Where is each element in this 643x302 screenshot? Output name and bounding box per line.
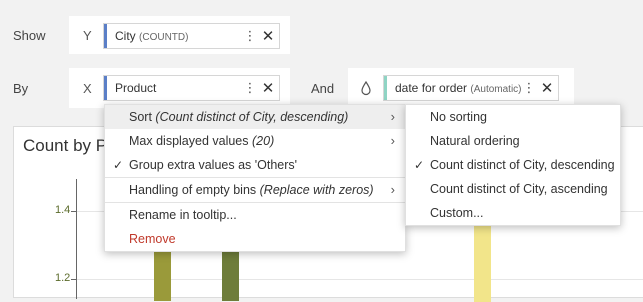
chevron-right-icon: ›	[390, 133, 395, 148]
check-icon: ✓	[414, 158, 425, 172]
kebab-icon[interactable]: ⋮	[243, 80, 257, 96]
x-pill-name: Product	[115, 81, 157, 95]
y-tick-label: 1.2	[55, 272, 71, 284]
bar[interactable]	[222, 251, 239, 301]
and-label: And	[311, 81, 335, 96]
menu-item-detail: (20)	[252, 134, 275, 148]
close-icon[interactable]: ✕	[257, 27, 279, 45]
menu-item-label: Handling of empty bins	[129, 183, 257, 197]
by-label: By	[13, 81, 29, 96]
x-pill[interactable]: Product ⋮ ✕	[103, 75, 280, 101]
y-pill-agg: (COUNTD)	[139, 32, 189, 43]
kebab-icon[interactable]: ⋮	[522, 80, 536, 96]
menu-item-empty-bins[interactable]: Handling of empty bins (Replace with zer…	[105, 178, 405, 202]
bar[interactable]	[474, 222, 491, 302]
color-pill-label: date for order (Automatic)	[387, 81, 522, 95]
bar[interactable]	[154, 251, 171, 301]
menu-item-label: Max displayed values	[129, 134, 249, 148]
submenu-item-natural[interactable]: Natural ordering	[406, 129, 620, 153]
y-axis-line	[76, 179, 77, 299]
chevron-right-icon: ›	[390, 182, 395, 197]
color-pill-name: date for order	[395, 81, 468, 95]
menu-item-detail: (Count distinct of City, descending)	[155, 110, 349, 124]
color-pill[interactable]: date for order (Automatic) ⋮ ✕	[383, 75, 559, 101]
menu-item-label: Group extra values as 'Others'	[129, 158, 298, 172]
x-axis-letter: X	[83, 81, 92, 96]
check-icon: ✓	[113, 158, 124, 172]
submenu-item-label: Count distinct of City, descending	[430, 158, 615, 172]
menu-item-sort[interactable]: Sort (Count distinct of City, descending…	[105, 105, 405, 129]
menu-item-rename[interactable]: Rename in tooltip...	[105, 203, 405, 227]
submenu-item-custom[interactable]: Custom...	[406, 201, 620, 225]
color-pill-agg: (Automatic)	[470, 84, 522, 95]
droplet-icon	[360, 80, 372, 96]
y-pill[interactable]: City (COUNTD) ⋮ ✕	[103, 23, 280, 49]
close-icon[interactable]: ✕	[536, 79, 558, 97]
y-tick-mark	[71, 211, 76, 212]
menu-item-label: Sort	[129, 110, 152, 124]
submenu-item-asc[interactable]: Count distinct of City, ascending	[406, 177, 620, 201]
context-menu: Sort (Count distinct of City, descending…	[104, 104, 406, 252]
menu-item-group-extra[interactable]: ✓ Group extra values as 'Others'	[105, 153, 405, 177]
y-tick-label: 1.4	[55, 204, 71, 216]
close-icon[interactable]: ✕	[257, 79, 279, 97]
kebab-icon[interactable]: ⋮	[243, 28, 257, 44]
menu-item-remove[interactable]: Remove	[105, 227, 405, 251]
y-axis-letter: Y	[83, 28, 92, 43]
submenu-item-no-sorting[interactable]: No sorting	[406, 105, 620, 129]
show-label: Show	[13, 28, 46, 43]
chart-title: Count by P	[23, 136, 108, 155]
y-pill-label: City (COUNTD)	[107, 29, 243, 43]
sort-submenu: No sorting Natural ordering ✓ Count dist…	[405, 104, 621, 226]
menu-item-max-displayed[interactable]: Max displayed values (20) ›	[105, 129, 405, 153]
submenu-item-desc[interactable]: ✓ Count distinct of City, descending	[406, 153, 620, 177]
chevron-right-icon: ›	[390, 109, 395, 124]
y-pill-name: City	[115, 29, 136, 43]
menu-item-detail: (Replace with zeros)	[259, 183, 374, 197]
y-tick-mark	[71, 279, 76, 280]
